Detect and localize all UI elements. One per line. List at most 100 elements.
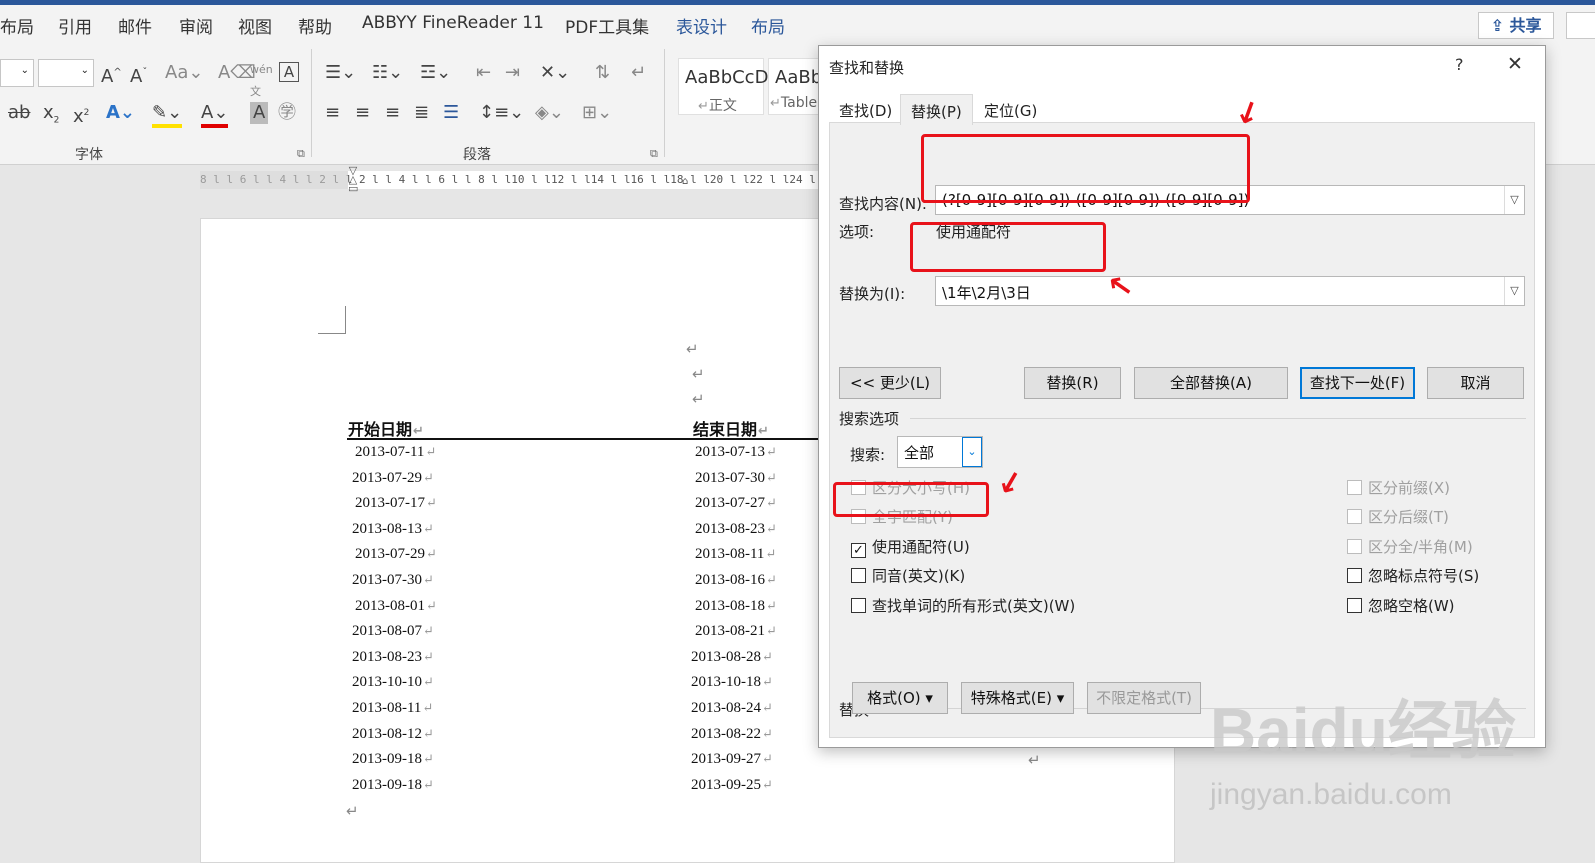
change-case-icon[interactable]: Aa⌄ [165, 62, 203, 84]
cancel-button[interactable]: 取消 [1427, 367, 1524, 399]
replace-all-button[interactable]: 全部替换(A) [1134, 367, 1288, 399]
borders-icon[interactable]: ⊞⌄ [582, 102, 612, 124]
dialog-title: 查找和替换 [829, 59, 905, 77]
start-date-cell: 2013-08-12↵ [352, 725, 434, 742]
checkbox-icon[interactable] [1347, 568, 1362, 583]
replace-input[interactable]: \1年\2月\3日 ▽ [935, 276, 1525, 306]
decrease-indent-icon[interactable]: ⇤ [476, 62, 491, 84]
find-next-button[interactable]: 查找下一处(F) [1300, 367, 1415, 399]
menu-pdf-tools[interactable]: PDF工具集 [565, 13, 649, 38]
option-checkbox[interactable]: 查找单词的所有形式(英文)(W) [851, 595, 1075, 615]
align-right-icon[interactable]: ≡ [385, 102, 400, 124]
chevron-down-icon[interactable]: ⌄ [962, 437, 982, 467]
help-icon[interactable]: ? [1455, 55, 1464, 74]
line-spacing-icon[interactable]: ↕≡⌄ [479, 102, 524, 124]
window-button[interactable] [1566, 12, 1595, 39]
tab-find[interactable]: 查找(D) [829, 94, 902, 124]
search-direction-label: 搜索: [850, 446, 886, 464]
option-checkbox[interactable]: 忽略标点符号(S) [1347, 565, 1479, 585]
menu-help[interactable]: 帮助 [298, 13, 332, 38]
menu-table-layout[interactable]: 布局 [751, 13, 785, 38]
menu-layout[interactable]: 布局 [0, 13, 34, 38]
start-date-cell: 2013-08-23↵ [352, 648, 434, 665]
annotation-box-replace [910, 222, 1106, 272]
chevron-down-icon[interactable]: ▽ [1504, 277, 1524, 305]
end-date-cell: 2013-08-18↵ [695, 597, 777, 614]
grow-font-icon[interactable]: A^ [101, 62, 122, 88]
close-icon[interactable]: ✕ [1507, 53, 1523, 75]
checkbox-icon[interactable] [851, 598, 866, 613]
share-icon: ⇪ [1490, 16, 1510, 35]
share-button[interactable]: ⇪ 共享 [1478, 12, 1554, 39]
menu-abbyy[interactable]: ABBYY FineReader 11 [362, 13, 544, 33]
column-header-start-date: 开始日期↵ [348, 420, 424, 439]
menu-mailings[interactable]: 邮件 [118, 13, 152, 38]
font-dialog-launcher-icon[interactable]: ⧉ [297, 147, 305, 161]
shading-icon[interactable]: ◈⌄ [535, 102, 564, 124]
tab-goto[interactable]: 定位(G) [974, 94, 1047, 124]
multilevel-list-icon[interactable]: ☲⌄ [420, 62, 451, 84]
font-color-icon[interactable]: A⌄ [201, 102, 229, 128]
option-checkbox: 区分前缀(X) [1347, 477, 1450, 497]
increase-indent-icon[interactable]: ⇥ [505, 62, 520, 84]
indent-marker-icon[interactable]: ▽ △ ▭ [348, 165, 358, 196]
style-normal[interactable]: AaBbCcD ↵正文 [678, 58, 768, 115]
start-date-cell: 2013-09-18↵ [352, 776, 434, 793]
justify-icon[interactable]: ≣ [414, 102, 429, 124]
shrink-font-icon[interactable]: Aˇ [130, 62, 147, 88]
align-left-icon[interactable]: ≡ [325, 102, 340, 124]
paragraph-dialog-launcher-icon[interactable]: ⧉ [650, 147, 658, 161]
menu-view[interactable]: 视图 [238, 13, 272, 38]
ribbon-separator [664, 49, 665, 157]
text-effects-icon[interactable]: A⌄ [106, 102, 135, 124]
chinese-layout-icon[interactable]: ✕⌄ [540, 62, 570, 84]
end-date-cell: 2013-09-25↵ [691, 776, 773, 793]
align-center-icon[interactable]: ≡ [355, 102, 370, 124]
distribute-icon[interactable]: ☰ [443, 102, 459, 124]
show-marks-icon[interactable]: ↵ [631, 62, 646, 84]
superscript-icon[interactable]: x2 [73, 102, 89, 128]
menu-review[interactable]: 审阅 [179, 13, 213, 38]
watermark-logo: Baidu经验 [1210, 695, 1516, 767]
checkbox-checked-icon[interactable]: ✓ [851, 543, 866, 558]
chevron-down-icon[interactable]: ▽ [1504, 186, 1524, 214]
font-size-dropdown[interactable]: ⌄ [38, 59, 94, 87]
bullets-icon[interactable]: ☰⌄ [325, 62, 356, 84]
menu-bar: 布局 引用 邮件 审阅 视图 帮助 ABBYY FineReader 11 PD… [0, 5, 1595, 41]
chevron-down-icon: ⌄ [80, 65, 89, 76]
column-header-end-date: 结束日期↵ [693, 420, 769, 439]
tab-replace[interactable]: 替换(P) [900, 94, 973, 125]
menu-table-design[interactable]: 表设计 [676, 13, 727, 38]
character-border-icon[interactable]: A [279, 62, 299, 82]
no-formatting-button[interactable]: 不限定格式(T) [1087, 682, 1201, 714]
phonetic-guide-icon[interactable]: wén 文 [250, 59, 273, 103]
column-marker-icon[interactable]: ⌂ [682, 176, 688, 187]
highlight-icon[interactable]: ✎⌄ [152, 102, 183, 128]
strikethrough-icon[interactable]: ab [8, 102, 30, 124]
start-date-cell: 2013-08-07↵ [352, 623, 434, 640]
menu-references[interactable]: 引用 [58, 13, 92, 38]
replace-button[interactable]: 替换(R) [1024, 367, 1121, 399]
end-date-cell: 2013-09-27↵ [691, 751, 773, 768]
search-direction-select[interactable]: 全部 ⌄ [897, 436, 983, 468]
start-date-cell: 2013-07-29↵ [355, 546, 437, 563]
numbering-icon[interactable]: ☷⌄ [372, 62, 403, 84]
font-name-dropdown[interactable]: ⌄ [0, 59, 34, 87]
option-label: 区分前缀(X) [1368, 479, 1450, 497]
less-button[interactable]: << 更少(L) [839, 367, 941, 399]
enclose-character-icon[interactable]: ㊫ [278, 102, 296, 124]
special-format-button[interactable]: 特殊格式(E) ▾ [961, 682, 1074, 714]
paragraph-group-label: 段落 [463, 147, 491, 163]
checkbox-icon[interactable] [1347, 598, 1362, 613]
character-shading-icon[interactable]: A [250, 102, 269, 124]
sort-icon[interactable]: ⇅ [595, 62, 610, 84]
format-button[interactable]: 格式(O) ▾ [852, 682, 948, 714]
option-checkbox[interactable]: 忽略空格(W) [1347, 595, 1455, 615]
checkbox-icon [1347, 480, 1362, 495]
option-checkbox: 区分全/半角(M) [1347, 536, 1473, 556]
watermark-url: jingyan.baidu.com [1210, 778, 1452, 811]
option-checkbox[interactable]: 同音(英文)(K) [851, 565, 965, 585]
subscript-icon[interactable]: x2 [43, 102, 59, 132]
checkbox-icon[interactable] [851, 568, 866, 583]
option-checkbox[interactable]: ✓ 使用通配符(U) [851, 536, 970, 558]
